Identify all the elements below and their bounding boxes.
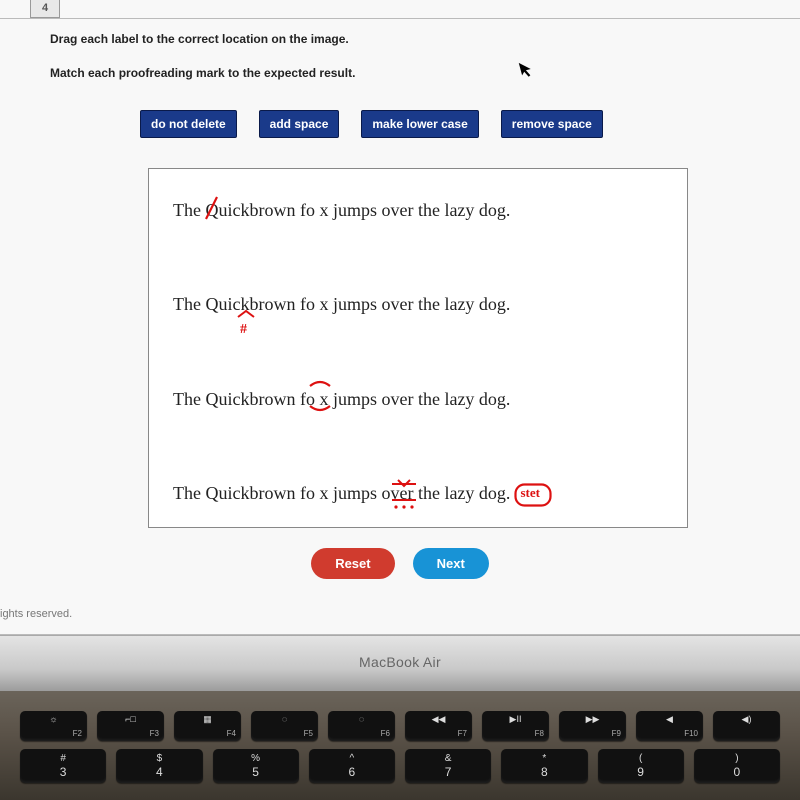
text: brown fo x jumps over the lazy dog. bbox=[249, 294, 510, 314]
text: the lazy dog. bbox=[413, 483, 510, 503]
function-key-row: ☼F2 ⌐□F3 ▦F4 ◌F5 ◌F6 ◀◀F7 ▶IIF8 ▶▶F9 ◀F10 ◀) bbox=[0, 711, 800, 749]
text: The Quickbrown fo x jumps o bbox=[173, 483, 390, 503]
marked-stet: ver bbox=[390, 482, 413, 505]
text: jumps over the lazy dog. bbox=[328, 389, 510, 409]
keyboard-key: %5 bbox=[213, 749, 299, 783]
footer-copyright: ights reserved. bbox=[0, 608, 72, 620]
keyboard-key: &7 bbox=[405, 749, 491, 783]
sentence-3: The Quickbrown fo x jumps over the lazy … bbox=[173, 388, 663, 411]
next-button[interactable]: Next bbox=[413, 548, 489, 579]
instruction-line-1: Drag each label to the correct location … bbox=[50, 32, 349, 46]
keyboard-key: ◀F10 bbox=[636, 711, 703, 741]
keyboard-key: ◀) bbox=[713, 711, 780, 741]
quiz-screen: 4 Drag each label to the correct locatio… bbox=[0, 0, 800, 635]
text: uickbrown fo x jumps over the lazy dog. bbox=[218, 200, 510, 220]
laptop-hinge: MacBook Air bbox=[0, 635, 800, 691]
text: The Quickbrown f bbox=[173, 389, 306, 409]
question-number-tab: 4 bbox=[30, 0, 60, 18]
letters: ver bbox=[390, 483, 413, 503]
draggable-labels-row: do not delete add space make lower case … bbox=[140, 110, 603, 138]
text: The Quic bbox=[173, 294, 240, 314]
laptop-keyboard-deck: ☼F2 ⌐□F3 ▦F4 ◌F5 ◌F6 ◀◀F7 ▶IIF8 ▶▶F9 ◀F10 ◀) #3 $4… bbox=[0, 691, 800, 800]
letters: o x bbox=[306, 389, 329, 409]
keyboard-key: ◌F5 bbox=[251, 711, 318, 741]
reset-button[interactable]: Reset bbox=[311, 548, 394, 579]
label-do-not-delete[interactable]: do not delete bbox=[140, 110, 237, 138]
label-make-lower-case[interactable]: make lower case bbox=[361, 110, 478, 138]
keyboard-key: (9 bbox=[598, 749, 684, 783]
keyboard-key: *8 bbox=[501, 749, 587, 783]
mouse-cursor-icon bbox=[518, 59, 537, 83]
keyboard-key: ▶IIF8 bbox=[482, 711, 549, 741]
keyboard-key: ▦F4 bbox=[174, 711, 241, 741]
drop-target-box[interactable]: The Quickbrown fo x jumps over the lazy … bbox=[148, 168, 688, 528]
instruction-line-2: Match each proofreading mark to the expe… bbox=[50, 66, 355, 80]
label-add-space[interactable]: add space bbox=[259, 110, 340, 138]
sentence-2: The Quick#brown fo x jumps over the lazy… bbox=[173, 293, 663, 316]
letter: Q bbox=[205, 200, 218, 220]
svg-text:#: # bbox=[240, 322, 247, 335]
keyboard-key: ◌F6 bbox=[328, 711, 395, 741]
keyboard-key: ▶▶F9 bbox=[559, 711, 626, 741]
stet-text: stet bbox=[520, 485, 540, 502]
divider bbox=[0, 18, 800, 19]
stet-circle: stet bbox=[514, 482, 552, 507]
keyboard-key: ^6 bbox=[309, 749, 395, 783]
marked-close-up: o x bbox=[306, 388, 329, 411]
marked-letter-Q: Q bbox=[205, 199, 218, 222]
button-row: Reset Next bbox=[0, 548, 800, 579]
keyboard-key: #3 bbox=[20, 749, 106, 783]
number-key-row: #3 $4 %5 ^6&7 *8 (9 )0 bbox=[0, 749, 800, 791]
marked-letter-k: k# bbox=[240, 293, 249, 316]
keyboard-key: $4 bbox=[116, 749, 202, 783]
laptop-model-label: MacBook Air bbox=[359, 654, 441, 670]
keyboard-key: )0 bbox=[694, 749, 780, 783]
keyboard-key: ◀◀F7 bbox=[405, 711, 472, 741]
sentence-4: The Quickbrown fo x jumps over the lazy … bbox=[173, 482, 663, 507]
label-remove-space[interactable]: remove space bbox=[501, 110, 603, 138]
text: The bbox=[173, 200, 205, 220]
keyboard-key: ⌐□F3 bbox=[97, 711, 164, 741]
letter: k bbox=[240, 294, 249, 314]
keyboard-key: ☼F2 bbox=[20, 711, 87, 741]
sentence-1: The Quickbrown fo x jumps over the lazy … bbox=[173, 199, 663, 222]
